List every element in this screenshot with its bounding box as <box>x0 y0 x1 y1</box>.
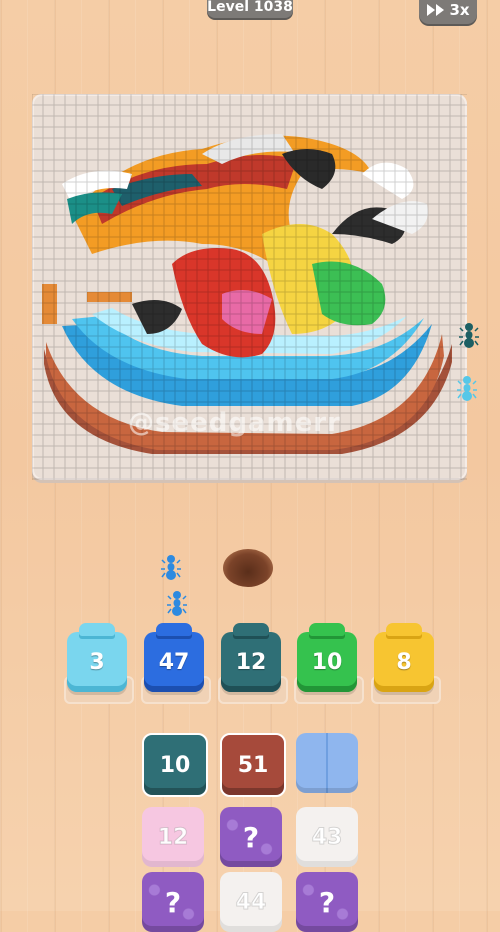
crate-count: 10 <box>159 752 191 778</box>
ant-hole <box>223 549 273 587</box>
level-indicator: Level 1038 <box>207 0 293 18</box>
crate[interactable]: 10 <box>142 733 208 797</box>
mystery-crate[interactable]: ? <box>296 872 358 932</box>
spool-count: 47 <box>158 649 190 675</box>
mystery-mark: ? <box>318 885 336 919</box>
locked-crate[interactable]: 43 <box>296 807 358 867</box>
fast-forward-icon <box>427 4 445 16</box>
spool-cap <box>233 623 269 639</box>
spool-cap <box>309 623 345 639</box>
ant-icon <box>459 323 479 348</box>
mystery-crate[interactable]: ? <box>220 807 282 867</box>
level-label: Level 1038 <box>207 0 293 15</box>
spool-count: 8 <box>396 649 412 675</box>
thread-spool[interactable]: 10 <box>297 623 357 692</box>
speed-button[interactable]: 3x <box>419 0 477 24</box>
spool-cap <box>386 623 422 639</box>
spool-cap <box>156 623 192 639</box>
spool-count: 10 <box>311 649 343 675</box>
speed-label: 3x <box>449 1 470 19</box>
thread-spool[interactable]: 3 <box>67 623 127 692</box>
watermark: @seedgamerr <box>128 408 341 438</box>
ant-icon <box>161 555 181 580</box>
ant-icon <box>457 376 477 401</box>
crate-count: 51 <box>237 752 269 778</box>
locked-crate[interactable]: 44 <box>220 872 282 932</box>
thread-spool[interactable]: 8 <box>374 623 434 692</box>
crate-count: 12 <box>157 824 189 850</box>
thread-spool[interactable]: 12 <box>221 623 281 692</box>
mystery-mark: ? <box>242 820 260 854</box>
spool-count: 3 <box>89 649 105 675</box>
mystery-mark: ? <box>164 885 182 919</box>
spool-count: 12 <box>235 649 267 675</box>
ant-icon <box>167 591 187 616</box>
spool-cap <box>79 623 115 639</box>
crate[interactable]: 51 <box>220 733 286 797</box>
pixel-art-board: @seedgamerr <box>32 94 467 480</box>
empty-crate[interactable] <box>296 733 358 793</box>
mystery-crate[interactable]: ? <box>142 872 204 932</box>
crate-count: 43 <box>311 824 343 850</box>
locked-crate[interactable]: 12 <box>142 807 204 867</box>
thread-spool[interactable]: 47 <box>144 623 204 692</box>
